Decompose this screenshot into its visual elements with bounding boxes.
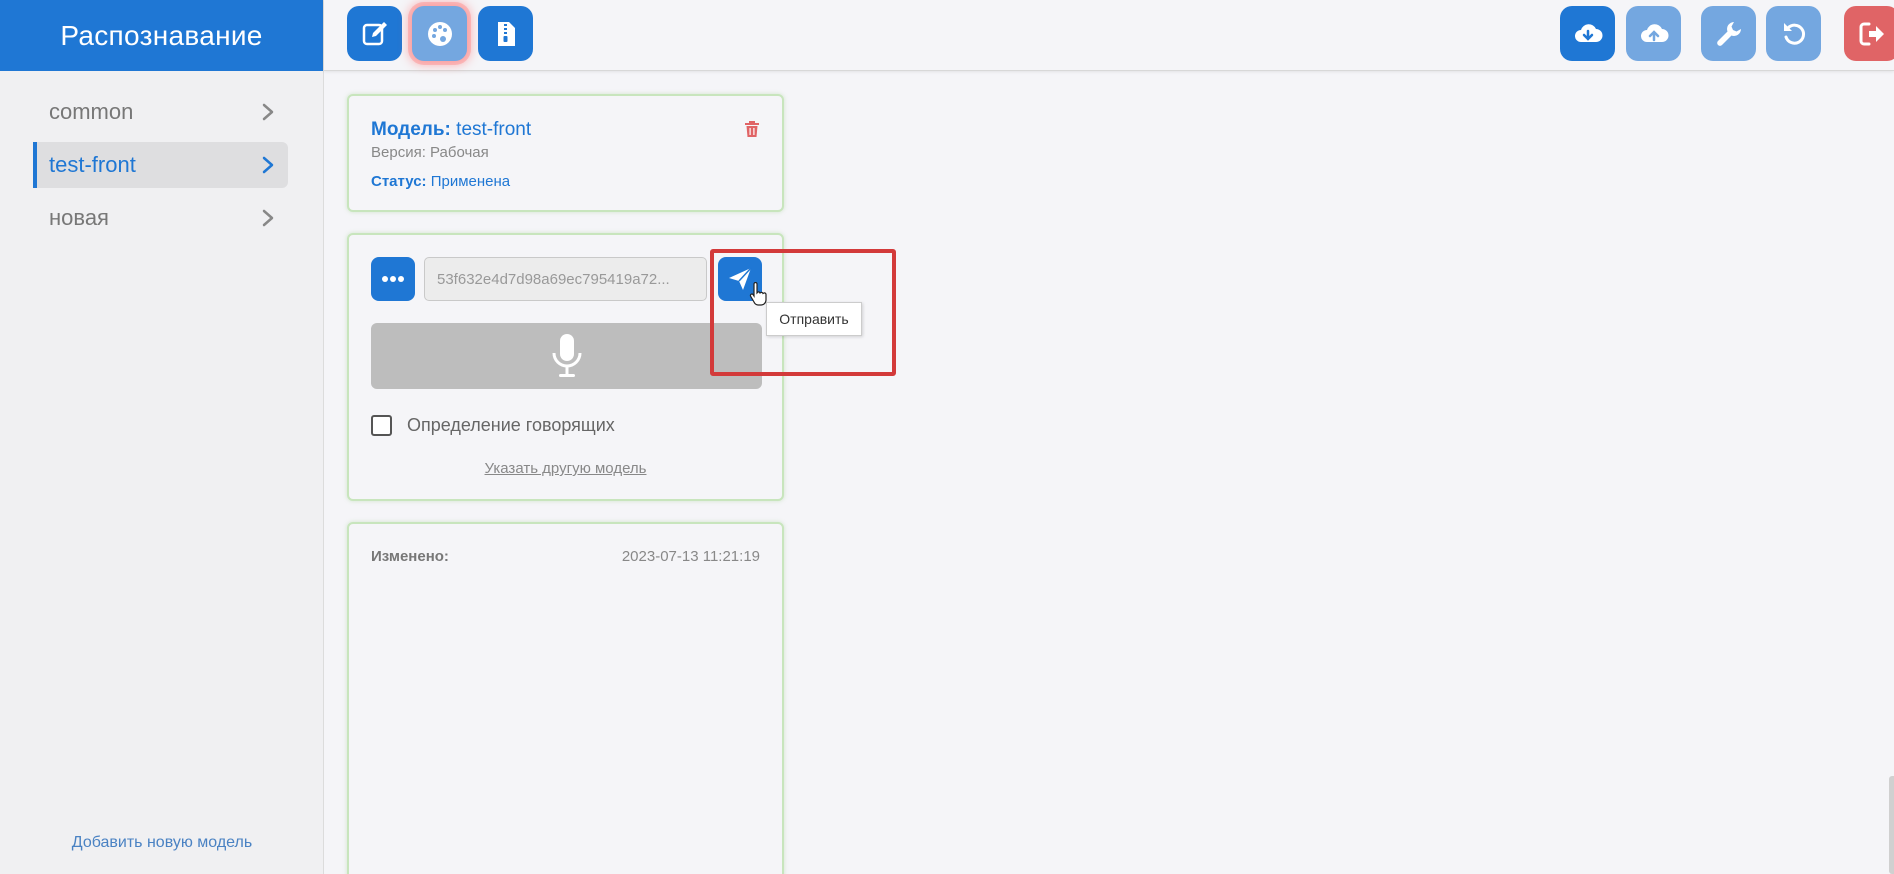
palette-icon [427,21,452,46]
toolbar [324,0,1894,71]
wrench-icon [1716,21,1741,46]
model-title-label: Модель: [371,119,451,140]
logout-button[interactable] [1844,6,1894,61]
model-status: Статус: Применена [371,173,510,190]
scrollbar[interactable] [1889,776,1894,874]
other-model-link[interactable]: Указать другую модель [349,460,782,477]
settings-button[interactable] [1701,6,1756,61]
palette-button[interactable] [412,6,467,61]
speaker-detection-checkbox[interactable] [371,415,392,436]
more-horizontal-icon [382,276,404,282]
cloud-download-icon [1574,23,1602,42]
model-title: Модель: test-front [371,119,531,141]
hand-cursor-icon [749,282,767,306]
app-title: Распознавание [0,0,323,71]
status-value: Применена [430,173,511,190]
record-button[interactable] [371,323,762,389]
download-button[interactable] [1560,6,1615,61]
sidebar-item-label: новая [49,205,109,230]
status-label: Статус: [371,173,427,190]
sidebar-item-novaya[interactable]: новая [33,195,288,241]
file-zip-icon [497,21,515,46]
changed-value: 2023-07-13 11:21:19 [621,548,760,565]
archive-button[interactable] [478,6,533,61]
send-tooltip: Отправить [766,302,862,336]
microphone-icon [552,334,581,377]
speaker-detection-label: Определение говорящих [407,415,615,435]
model-version: Версия: Рабочая [371,144,489,161]
add-model-link[interactable]: Добавить новую модель [0,834,324,852]
edit-button[interactable] [347,6,402,61]
chevron-right-icon [262,103,274,121]
trash-icon[interactable] [744,120,760,138]
sidebar-item-label: common [49,99,134,124]
sidebar-item-common[interactable]: common [33,89,288,135]
model-info-card: Модель: test-front Версия: Рабочая Стату… [347,94,784,212]
sidebar: Распознавание common test-front новая До… [0,0,324,874]
more-options-button[interactable] [371,257,415,301]
chevron-right-icon [262,156,274,174]
model-list: common test-front новая [0,71,323,241]
sidebar-item-test-front[interactable]: test-front [33,142,288,188]
sidebar-item-label: test-front [49,152,136,177]
cloud-upload-icon [1640,23,1668,42]
model-title-value: test-front [456,119,532,140]
changed-label: Изменено: [371,548,449,565]
upload-button[interactable] [1626,6,1681,61]
info-card: Изменено: 2023-07-13 11:21:19 [347,522,784,874]
hash-input[interactable] [424,257,707,301]
undo-icon [1783,22,1805,45]
edit-icon [362,21,387,45]
chevron-right-icon [262,209,274,227]
logout-icon [1859,22,1884,45]
undo-button[interactable] [1766,6,1821,61]
